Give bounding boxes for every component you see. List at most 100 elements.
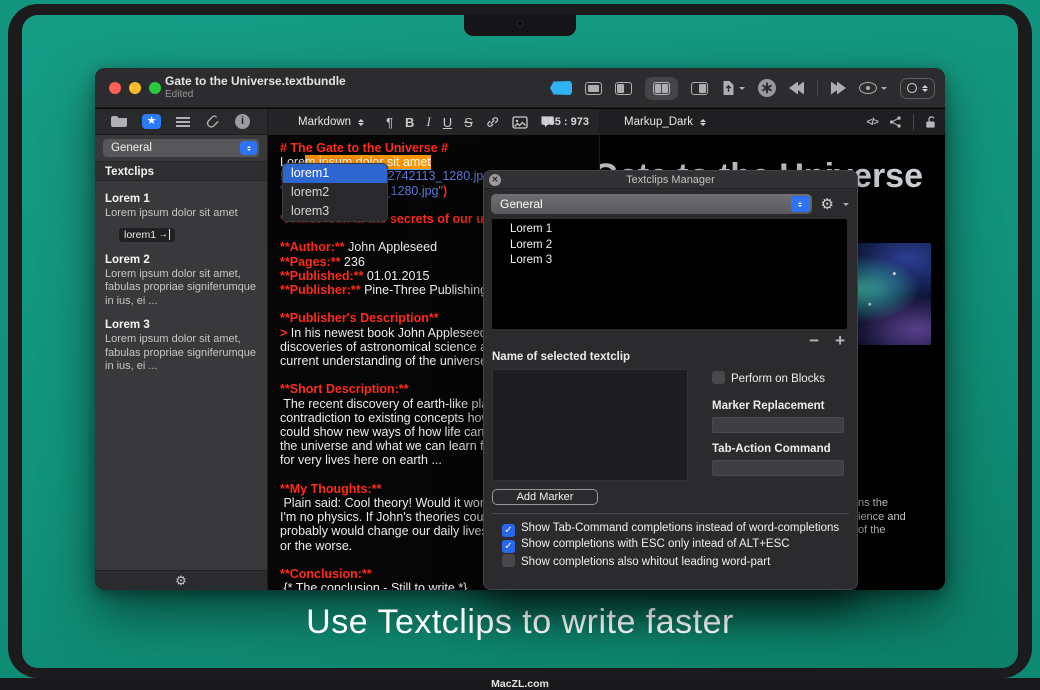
titlebar-toolbar: ∗	[550, 68, 935, 108]
completion-item-selected[interactable]: lorem1	[283, 164, 387, 183]
share-nodes-icon[interactable]	[888, 115, 903, 129]
option-no-leading-wordpart[interactable]: Show completions also whitout leading wo…	[502, 554, 770, 568]
dialog-toolbar: General ⚙	[491, 194, 849, 214]
select-chevrons-icon	[247, 144, 251, 153]
export-document-icon	[721, 80, 736, 96]
window-titlebar: Gate to the Universe.textbundle Edited ∗	[95, 68, 945, 108]
textclip-description: Lorem ipsum dolor sit amet	[105, 207, 257, 221]
add-textclip-button[interactable]: +	[835, 331, 845, 351]
view-mode-button[interactable]	[859, 82, 887, 94]
dialog-title: Textclips Manager	[484, 171, 857, 189]
editor-line: # The Gate to the Universe #	[280, 141, 599, 155]
sidebar-right-icon[interactable]	[691, 82, 708, 95]
code-icon[interactable]: </>	[867, 117, 878, 128]
chevron-down-icon[interactable]	[843, 203, 849, 209]
list-icon[interactable]	[176, 117, 190, 119]
dialog-list-row[interactable]: Lorem 1	[492, 222, 847, 238]
dialog-divider	[492, 513, 849, 514]
perform-on-blocks-checkbox[interactable]: Perform on Blocks	[712, 371, 825, 385]
checkbox-icon: ✓	[502, 540, 515, 553]
secondary-toolbar: ★ i Markdown ¶ B I U S	[95, 109, 945, 135]
window-title-block: Gate to the Universe.textbundle Edited	[165, 74, 346, 100]
dialog-titlebar: ✕ Textclips Manager	[484, 171, 857, 189]
undo-button[interactable]	[789, 82, 804, 95]
textclip-title: Lorem 3	[105, 319, 257, 331]
circle-icon	[907, 83, 917, 93]
redo-button[interactable]	[831, 82, 846, 95]
format-select[interactable]: Markdown	[298, 116, 364, 129]
option-tab-command-completions[interactable]: ✓Show Tab-Command completions instead of…	[502, 522, 839, 537]
dialog-list-row[interactable]: Lorem 3	[492, 253, 847, 269]
textclip-tag-icon[interactable]	[550, 81, 572, 95]
toolbar-divider	[913, 114, 914, 130]
sidebar-left-icon[interactable]	[615, 82, 632, 95]
sidebar-section-header: Textclips	[95, 161, 267, 181]
textclips-sidebar: General Textclips Lorem 1 Lorem ipsum do…	[95, 135, 268, 590]
textclip-shortcut-tag: lorem1→	[119, 228, 175, 242]
panel-inner-icon[interactable]	[585, 82, 602, 95]
add-marker-button[interactable]: Add Marker	[492, 489, 598, 505]
checkbox-icon	[502, 554, 515, 567]
link-icon[interactable]	[485, 115, 500, 129]
image-icon[interactable]	[512, 116, 528, 129]
dialog-collection-select[interactable]: General	[491, 194, 812, 214]
select-stepper-button	[240, 141, 257, 155]
select-chevrons-icon	[358, 116, 364, 129]
format-buttons: ¶ B I U S	[386, 114, 555, 130]
paragraph-button[interactable]: ¶	[386, 115, 393, 130]
marker-replacement-label: Marker Replacement	[712, 400, 825, 412]
page: Gate to the Universe.textbundle Edited ∗	[0, 0, 1040, 690]
textclips-manager-dialog: ✕ Textclips Manager General ⚙ Lorem 1Lor…	[483, 170, 858, 590]
window-title: Gate to the Universe.textbundle	[165, 74, 346, 88]
collection-select[interactable]: General	[103, 139, 259, 157]
checkbox-icon: ✓	[502, 524, 515, 537]
tab-arrow-icon: →	[158, 229, 170, 240]
favorites-star-button[interactable]: ★	[142, 114, 161, 129]
eye-icon	[859, 82, 877, 94]
completion-item[interactable]: lorem2	[283, 183, 387, 202]
option-esc-completions[interactable]: ✓Show completions with ESC only intead o…	[502, 538, 790, 553]
textclip-description: Lorem ipsum dolor sit amet, fabulas prop…	[105, 268, 257, 309]
close-window-button[interactable]	[109, 82, 121, 94]
forward-arrow-icon	[837, 82, 846, 95]
completion-item[interactable]: lorem3	[283, 202, 387, 221]
folder-icon[interactable]	[111, 116, 127, 127]
marker-replacement-field[interactable]	[712, 417, 844, 433]
toolbar-divider	[817, 80, 818, 96]
paperclip-icon[interactable]	[205, 114, 220, 129]
completion-popup: lorem1 lorem2 lorem3	[282, 163, 388, 222]
export-button[interactable]	[721, 80, 745, 96]
dialog-list-row[interactable]: Lorem 2	[492, 238, 847, 254]
textclip-description: Lorem ipsum dolor sit amet, fabulas prop…	[105, 333, 257, 374]
editor-toolbar: Markdown ¶ B I U S 165 : 973	[268, 109, 600, 135]
dialog-close-button[interactable]: ✕	[489, 174, 501, 186]
preview-style-select[interactable]: Markup_Dark	[624, 116, 706, 129]
textclip-list-item[interactable]: Lorem 3 Lorem ipsum dolor sit amet, fabu…	[105, 319, 257, 374]
split-view-button[interactable]	[645, 77, 678, 100]
textclip-list-item[interactable]: Lorem 1 Lorem ipsum dolor sit amet lorem…	[105, 193, 257, 243]
dialog-collection-value: General	[491, 197, 791, 211]
remove-textclip-button[interactable]: −	[809, 331, 819, 351]
gear-icon[interactable]: ⚙	[821, 197, 834, 212]
bold-button[interactable]: B	[405, 115, 414, 130]
zoom-window-button[interactable]	[149, 82, 161, 94]
underline-button[interactable]: U	[443, 115, 452, 130]
strikethrough-button[interactable]: S	[464, 115, 473, 130]
name-label: Name of selected textclip	[492, 351, 630, 363]
minimize-window-button[interactable]	[129, 82, 141, 94]
stepper-chevrons-icon	[922, 82, 928, 95]
info-icon[interactable]: i	[235, 114, 250, 129]
textclip-list-item[interactable]: Lorem 2 Lorem ipsum dolor sit amet, fabu…	[105, 254, 257, 309]
select-chevrons-icon	[700, 116, 706, 129]
unlock-icon[interactable]	[924, 115, 937, 129]
textclip-title: Lorem 2	[105, 254, 257, 266]
gear-icon[interactable]: ⚙	[175, 573, 187, 588]
italic-button[interactable]: I	[426, 114, 430, 130]
textclips-asterisk-button[interactable]: ∗	[758, 79, 776, 97]
checkbox-icon	[712, 371, 725, 384]
textclip-content-textarea[interactable]	[492, 369, 688, 481]
focus-mode-control[interactable]	[900, 78, 935, 99]
tab-action-field[interactable]	[712, 460, 844, 476]
dialog-textclip-list[interactable]: Lorem 1Lorem 2Lorem 3	[492, 219, 847, 329]
sidebar-footer: ⚙	[95, 570, 267, 590]
